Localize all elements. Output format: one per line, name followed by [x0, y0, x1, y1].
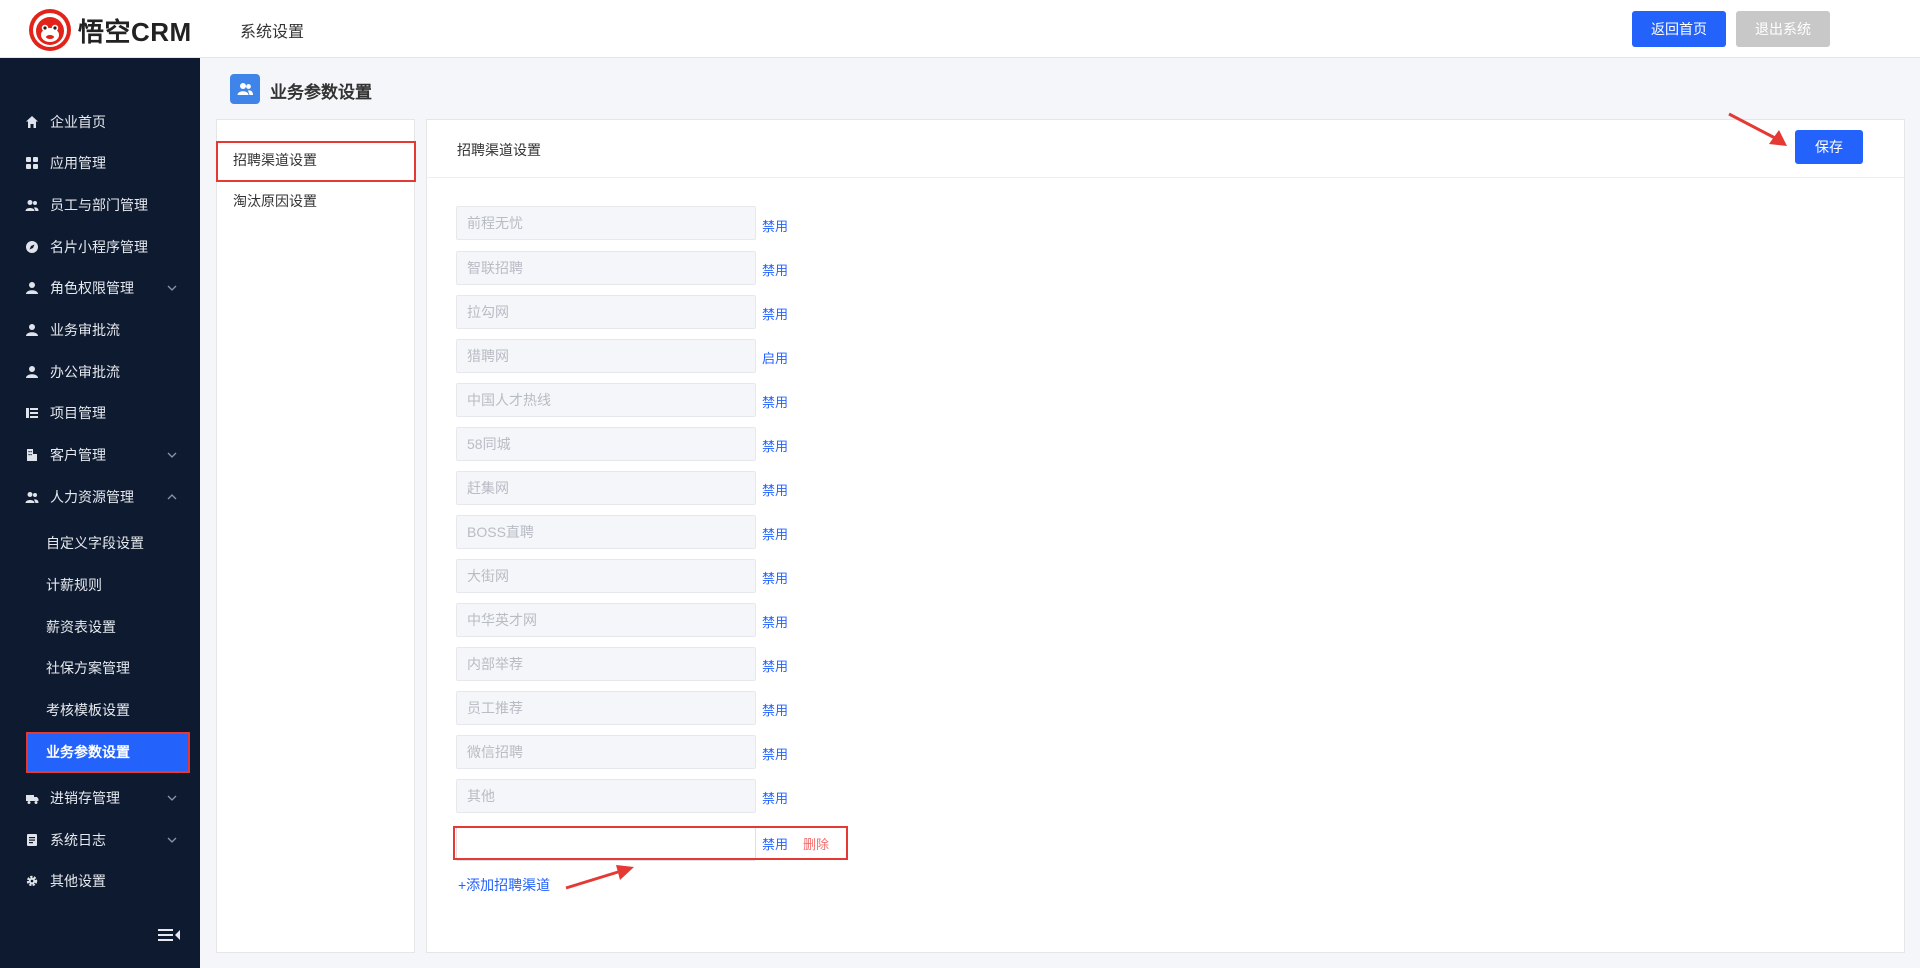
channel-toggle-link[interactable]: 禁用 [762, 216, 788, 235]
channel-input[interactable]: 58同城 [456, 427, 756, 461]
channel-toggle-link[interactable]: 禁用 [762, 304, 788, 323]
settings-menu-item-reject-reason[interactable]: 淘汰原因设置 [233, 191, 317, 211]
channel-toggle-link[interactable]: 启用 [762, 348, 788, 367]
channel-input[interactable]: 中华英才网 [456, 603, 756, 637]
sidebar-subitem-pay-rules[interactable]: 计薪规则 [0, 565, 200, 605]
channel-toggle-link[interactable]: 禁用 [762, 612, 788, 631]
chevron-up-icon [167, 494, 177, 500]
page-title: 业务参数设置 [270, 83, 372, 102]
channel-input[interactable]: 大街网 [456, 559, 756, 593]
channel-input[interactable]: 智联招聘 [456, 251, 756, 285]
return-home-button[interactable]: 返回首页 [1632, 11, 1726, 47]
grid-icon [24, 155, 40, 171]
user-icon [24, 280, 40, 296]
chevron-down-icon [167, 837, 177, 843]
sidebar-item-label: 其他设置 [50, 873, 106, 889]
channel-toggle-link[interactable]: 禁用 [762, 524, 788, 543]
compass-icon [24, 239, 40, 255]
users-icon [237, 83, 253, 95]
sidebar-subitem-assessment-template[interactable]: 考核模板设置 [0, 690, 200, 730]
sidebar-item-label: 办公审批流 [50, 364, 120, 380]
channel-toggle-link[interactable]: 禁用 [762, 788, 788, 807]
add-channel-link[interactable]: +添加招聘渠道 [458, 875, 550, 895]
settings-menu: 招聘渠道设置 淘汰原因设置 [216, 119, 415, 953]
panel-header: 招聘渠道设置 [427, 120, 1904, 178]
sidebar-item-inventory[interactable]: 进销存管理 [0, 778, 200, 818]
list-icon [24, 405, 40, 421]
chevron-down-icon [167, 452, 177, 458]
channel-input[interactable]: 内部举荐 [456, 647, 756, 681]
top-bar: 悟空CRM 系统设置 返回首页 退出系统 [0, 0, 1920, 58]
logo-monkey-icon[interactable] [28, 8, 72, 52]
sidebar-item-roles[interactable]: 角色权限管理 [0, 268, 200, 308]
sidebar-subitem-business-params[interactable]: 业务参数设置 [28, 732, 188, 772]
sidebar-item-label: 名片小程序管理 [50, 239, 148, 255]
sidebar-item-system-log[interactable]: 系统日志 [0, 820, 200, 860]
chevron-down-icon [167, 285, 177, 291]
page-title-icon [230, 74, 260, 104]
channel-toggle-link[interactable]: 禁用 [762, 260, 788, 279]
sidebar-item-other-settings[interactable]: 其他设置 [0, 861, 200, 901]
sidebar-item-staff[interactable]: 员工与部门管理 [0, 185, 200, 225]
sidebar-item-label: 角色权限管理 [50, 280, 134, 296]
sidebar-subitem-custom-fields[interactable]: 自定义字段设置 [0, 523, 200, 563]
sidebar-item-label: 应用管理 [50, 155, 106, 171]
channel-toggle-link[interactable]: 禁用 [762, 834, 788, 853]
sidebar-item-label: 进销存管理 [50, 790, 120, 806]
user-icon [24, 322, 40, 338]
panel-title: 招聘渠道设置 [457, 142, 541, 158]
channel-delete-link[interactable]: 删除 [803, 834, 829, 853]
channel-input[interactable]: 中国人才热线 [456, 383, 756, 417]
sidebar-item-apps[interactable]: 应用管理 [0, 143, 200, 183]
sidebar-subitem-social-security[interactable]: 社保方案管理 [0, 648, 200, 688]
section-title: 系统设置 [240, 24, 305, 41]
doc-icon [24, 832, 40, 848]
gear-icon [24, 873, 40, 889]
sidebar-item-label: 企业首页 [50, 114, 106, 130]
sidebar-item-label: 员工与部门管理 [50, 197, 148, 213]
channel-toggle-link[interactable]: 禁用 [762, 436, 788, 455]
building-icon [24, 447, 40, 463]
sidebar-item-card-miniprogram[interactable]: 名片小程序管理 [0, 227, 200, 267]
sidebar-subitem-payroll-sheet[interactable]: 薪资表设置 [0, 607, 200, 647]
channel-input[interactable]: BOSS直聘 [456, 515, 756, 549]
channel-toggle-link[interactable]: 禁用 [762, 568, 788, 587]
channel-toggle-link[interactable]: 禁用 [762, 480, 788, 499]
sidebar-item-label: 人力资源管理 [50, 489, 134, 505]
channel-input[interactable]: 其他 [456, 779, 756, 813]
sidebar-item-office-approval[interactable]: 办公审批流 [0, 352, 200, 392]
channel-toggle-link[interactable]: 禁用 [762, 700, 788, 719]
home-icon [24, 114, 40, 130]
channel-input[interactable]: 前程无忧 [456, 206, 756, 240]
user-icon [24, 364, 40, 380]
sidebar-item-business-approval[interactable]: 业务审批流 [0, 310, 200, 350]
sidebar-item-projects[interactable]: 项目管理 [0, 393, 200, 433]
truck-icon [24, 790, 40, 806]
channel-input[interactable]: 拉勾网 [456, 295, 756, 329]
sidebar-item-hr[interactable]: 人力资源管理 [0, 477, 200, 517]
sidebar-item-label: 系统日志 [50, 832, 106, 848]
channel-input[interactable]: 员工推荐 [456, 691, 756, 725]
users-icon [24, 197, 40, 213]
collapse-menu-icon[interactable] [156, 926, 182, 944]
settings-menu-item-channel[interactable]: 招聘渠道设置 [233, 150, 317, 170]
new-channel-input[interactable] [456, 827, 756, 861]
sidebar-item-label: 客户管理 [50, 447, 106, 463]
sidebar-item-label: 项目管理 [50, 405, 106, 421]
channel-toggle-link[interactable]: 禁用 [762, 744, 788, 763]
save-button[interactable]: 保存 [1795, 130, 1863, 164]
exit-system-button[interactable]: 退出系统 [1736, 11, 1830, 47]
sidebar-item-home[interactable]: 企业首页 [0, 102, 200, 142]
channel-input[interactable]: 猎聘网 [456, 339, 756, 373]
channel-toggle-link[interactable]: 禁用 [762, 392, 788, 411]
channel-toggle-link[interactable]: 禁用 [762, 656, 788, 675]
sidebar-item-label: 业务审批流 [50, 322, 120, 338]
chevron-down-icon [167, 795, 177, 801]
users-icon [24, 489, 40, 505]
sidebar-item-customers[interactable]: 客户管理 [0, 435, 200, 475]
channel-input[interactable]: 赶集网 [456, 471, 756, 505]
logo-text: 悟空CRM [78, 17, 192, 47]
channel-input[interactable]: 微信招聘 [456, 735, 756, 769]
